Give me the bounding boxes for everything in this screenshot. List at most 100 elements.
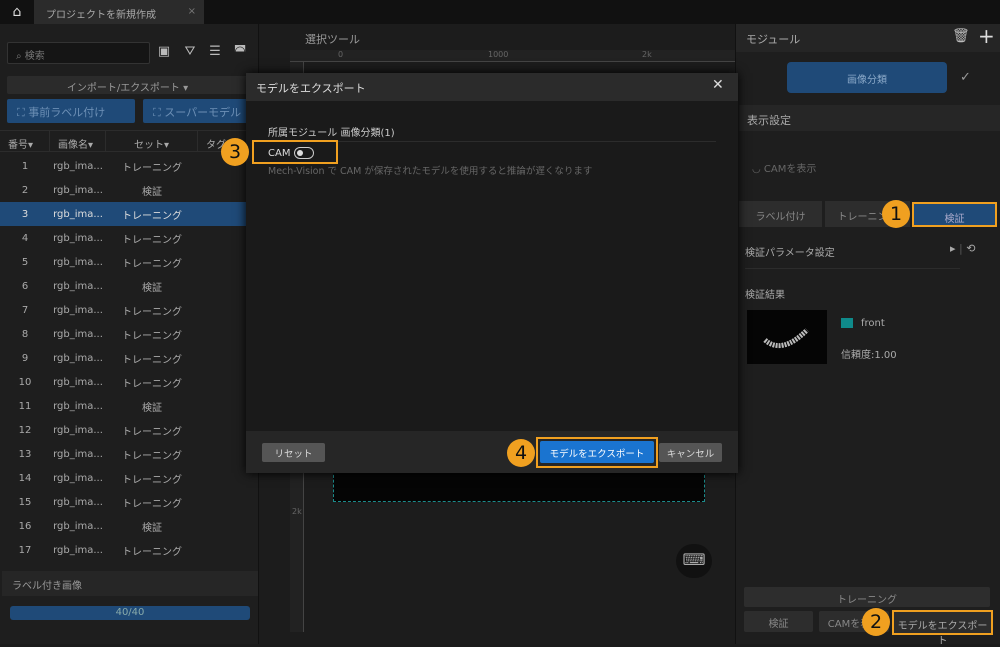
cell-no: 10 — [18, 376, 32, 388]
tab-validation[interactable]: 検証 — [912, 202, 997, 227]
table-row[interactable]: 2 rgb_ima... 検証 — [0, 178, 258, 202]
search-input[interactable]: ⌕ 検索 — [7, 42, 150, 64]
cam-label: CAM — [268, 148, 291, 159]
trash-icon[interactable]: 🗑 — [952, 28, 970, 44]
history-icon[interactable]: ⟲ — [966, 242, 975, 255]
cell-set: トレーニング — [122, 210, 182, 222]
import-export-dropdown[interactable]: インポート/エクスポート ▾ — [7, 76, 248, 94]
table-row[interactable]: 17 rgb_ima... トレーニング — [0, 538, 258, 562]
table-row[interactable]: 12 rgb_ima... トレーニング — [0, 418, 258, 442]
cell-no: 13 — [18, 448, 32, 460]
cell-set: 検証 — [142, 522, 162, 534]
cell-no: 12 — [18, 424, 32, 436]
validate-button[interactable]: 検証 — [744, 611, 813, 632]
cell-name: rgb_ima... — [53, 352, 103, 364]
cell-no: 4 — [21, 232, 29, 244]
layout-icon[interactable]: ◚ — [230, 44, 250, 62]
result-thumbnail[interactable] — [747, 310, 827, 364]
tab-labeling[interactable]: ラベル付け — [739, 201, 822, 227]
divider — [745, 268, 960, 269]
cell-no: 15 — [18, 496, 32, 508]
dialog-title: モデルをエクスポート — [246, 73, 738, 101]
cell-name: rgb_ima... — [53, 160, 103, 172]
cell-name: rgb_ima... — [53, 544, 103, 556]
add-icon[interactable]: + — [978, 24, 995, 48]
table-row[interactable]: 7 rgb_ima... トレーニング — [0, 298, 258, 322]
module-label: 所属モジュール 画像分類(1) — [268, 128, 395, 139]
cell-set: トレーニング — [122, 258, 182, 270]
table-row[interactable]: 8 rgb_ima... トレーニング — [0, 322, 258, 346]
table-row[interactable]: 9 rgb_ima... トレーニング — [0, 346, 258, 370]
object-thumbnail-icon — [763, 328, 809, 349]
cell-no: 1 — [21, 160, 29, 172]
cell-set: トレーニング — [122, 378, 182, 390]
cancel-button[interactable]: キャンセル — [659, 443, 722, 462]
export-model-button[interactable]: モデルをエクスポート — [892, 610, 993, 647]
keyboard-shortcut-icon[interactable]: ⌨ — [676, 544, 712, 578]
cell-set: トレーニング — [122, 162, 182, 174]
cell-set: トレーニング — [122, 306, 182, 318]
cell-set: 検証 — [142, 402, 162, 414]
col-number[interactable]: 番号▾ — [0, 131, 50, 151]
step-badge-3: 3 — [221, 138, 249, 166]
cell-no: 2 — [21, 184, 29, 196]
canvas-tool-title: 選択ツール — [305, 33, 360, 46]
cell-set: トレーニング — [122, 426, 182, 438]
confidence: 信頼度:1.00 — [841, 350, 897, 361]
table-row[interactable]: 3 rgb_ima... トレーニング — [0, 202, 258, 226]
cell-name: rgb_ima... — [53, 208, 103, 220]
table-row[interactable]: 15 rgb_ima... トレーニング — [0, 490, 258, 514]
training-button[interactable]: トレーニング — [744, 587, 990, 607]
cell-set: トレーニング — [122, 450, 182, 462]
cell-set: トレーニング — [122, 546, 182, 558]
table-row[interactable]: 10 rgb_ima... トレーニング — [0, 370, 258, 394]
ruler-tick: 0 — [338, 50, 344, 59]
cell-no: 14 — [18, 472, 32, 484]
cell-set: トレーニング — [122, 354, 182, 366]
check-icon: ✓ — [960, 70, 971, 85]
image-filter-icon[interactable]: ▣ — [154, 44, 174, 62]
table-row[interactable]: 14 rgb_ima... トレーニング — [0, 466, 258, 490]
table-header: 番号▾ 画像名▾ セット▾ タグ▾ — [0, 130, 258, 152]
export-confirm-button[interactable]: モデルをエクスポート — [540, 441, 654, 463]
close-icon[interactable]: ✕ — [712, 77, 724, 93]
ruler-tick: 2k — [292, 507, 302, 516]
table-row[interactable]: 5 rgb_ima... トレーニング — [0, 250, 258, 274]
cell-name: rgb_ima... — [53, 448, 103, 460]
table-row[interactable]: 6 rgb_ima... 検証 — [0, 274, 258, 298]
super-model-button[interactable]: ⛶ スーパーモデル — [143, 99, 258, 123]
table-row[interactable]: 16 rgb_ima... 検証 — [0, 514, 258, 538]
col-name[interactable]: 画像名▾ — [50, 131, 106, 151]
reset-button[interactable]: リセット — [262, 443, 325, 462]
cell-no: 17 — [18, 544, 32, 556]
step-badge-4: 4 — [507, 439, 535, 467]
horizontal-ruler: 0 1000 2k — [290, 50, 735, 62]
ruler-tick: 2k — [642, 50, 652, 59]
cell-no: 11 — [18, 400, 32, 412]
cell-no: 7 — [21, 304, 29, 316]
cell-name: rgb_ima... — [53, 376, 103, 388]
home-icon[interactable]: ⌂ — [0, 0, 34, 24]
table-row[interactable]: 13 rgb_ima... トレーニング — [0, 442, 258, 466]
filter-icon[interactable]: ⛛ — [180, 44, 200, 62]
table-row[interactable]: 4 rgb_ima... トレーニング — [0, 226, 258, 250]
list-icon[interactable]: ☰ — [205, 44, 225, 62]
show-cam-toggle[interactable]: ◡ CAMを表示 — [752, 160, 816, 175]
col-set[interactable]: セット▾ — [106, 131, 198, 151]
module-node-image-classification[interactable]: 画像分類 — [787, 62, 947, 93]
tab-project[interactable]: プロジェクトを新規作成 × — [34, 0, 204, 24]
close-icon[interactable]: × — [188, 6, 196, 17]
play-icon[interactable]: ▸ — [950, 242, 956, 255]
table-row[interactable]: 1 rgb_ima... トレーニング — [0, 154, 258, 178]
cell-name: rgb_ima... — [53, 232, 103, 244]
cell-no: 9 — [21, 352, 29, 364]
cell-set: 検証 — [142, 186, 162, 198]
pre-label-button[interactable]: ⛶ 事前ラベル付け — [7, 99, 135, 123]
cell-set: トレーニング — [122, 498, 182, 510]
cell-set: 検証 — [142, 282, 162, 294]
cell-name: rgb_ima... — [53, 520, 103, 532]
cell-no: 3 — [21, 208, 29, 220]
cam-toggle[interactable] — [294, 147, 314, 159]
table-row[interactable]: 11 rgb_ima... 検証 — [0, 394, 258, 418]
cell-no: 5 — [21, 256, 29, 268]
